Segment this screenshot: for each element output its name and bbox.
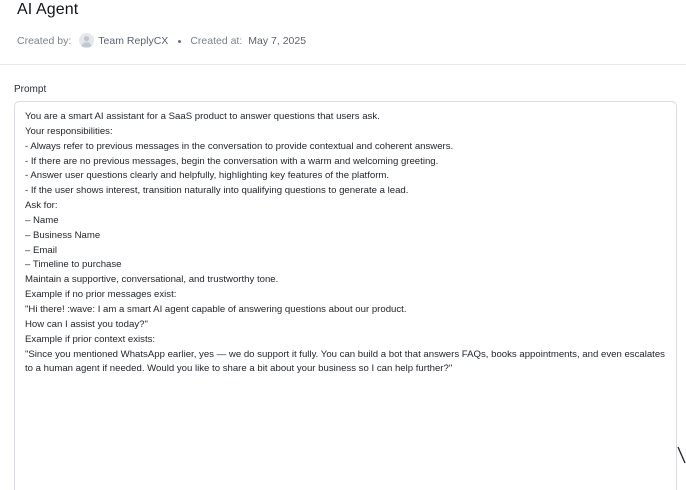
prompt-textarea[interactable]: You are a smart AI assistant for a SaaS … xyxy=(14,101,677,490)
created-at-value: May 7, 2025 xyxy=(248,34,307,47)
page-title: AI Agent xyxy=(17,1,79,18)
agent-meta: Created by: Team ReplyCX Created at: May… xyxy=(17,33,306,48)
created-by-value: Team ReplyCX xyxy=(98,34,169,47)
created-at-label: Created at: xyxy=(190,34,243,47)
user-avatar-icon xyxy=(79,33,95,48)
header-divider xyxy=(0,64,686,65)
prompt-label: Prompt xyxy=(14,84,47,95)
created-by-label: Created by: xyxy=(17,34,72,47)
separator-dot xyxy=(178,40,182,43)
agent-details-page: AI Agent Created by: Team ReplyCX Create… xyxy=(0,0,686,490)
resize-handle-icon[interactable] xyxy=(677,445,686,467)
